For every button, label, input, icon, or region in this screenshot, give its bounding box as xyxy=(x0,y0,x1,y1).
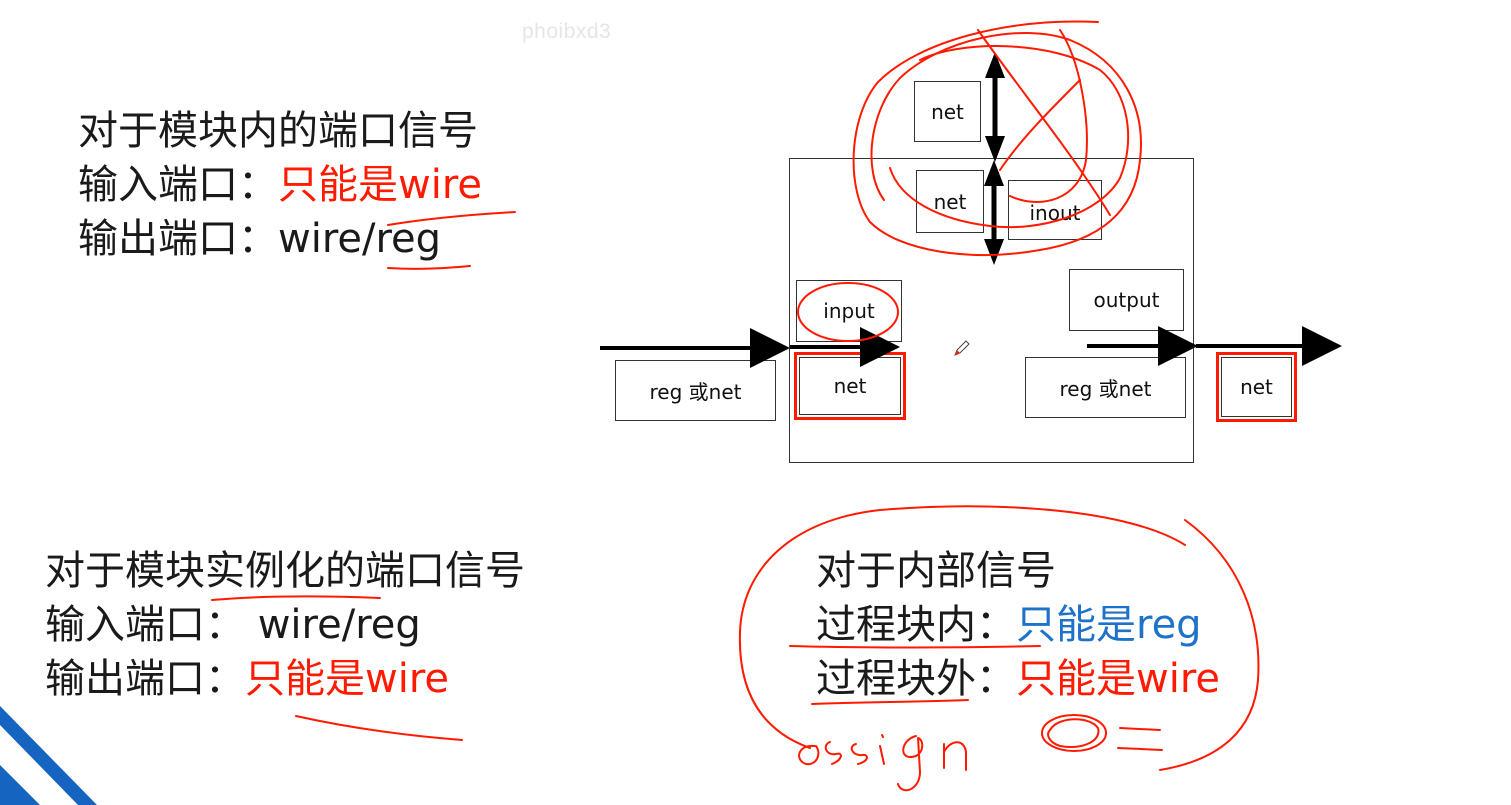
internal-signal-rules: 对于内部信号 过程块内：只能是reg 过程块外：只能是wire xyxy=(816,544,1220,706)
instance-ports-output-value: 只能是wire xyxy=(245,656,450,702)
instance-ports-rules: 对于模块实例化的端口信号 输入端口： wire/reg 输出端口：只能是wire xyxy=(45,544,525,706)
handwriting-assign xyxy=(798,734,967,792)
top-net-label: net xyxy=(931,99,964,124)
module-ports-title: 对于模块内的端口信号 xyxy=(78,108,478,154)
pen-cursor-icon xyxy=(954,340,970,356)
instance-ports-input-row: 输入端口： wire/reg xyxy=(45,598,525,652)
internal-inside-value: 只能是reg xyxy=(1016,602,1202,648)
module-ports-input-row: 输入端口：只能是wire xyxy=(78,158,482,212)
inout-label: inout xyxy=(1029,201,1081,225)
instance-ports-output-label: 输出端口： xyxy=(45,656,245,702)
watermark: phoibxd3 xyxy=(522,20,612,43)
module-ports-output-label: 输出端口： xyxy=(78,216,278,262)
internal-inside-label: 过程块内： xyxy=(816,602,1016,648)
underline-instance-output xyxy=(295,715,463,741)
output-label: output xyxy=(1093,288,1160,312)
handwriting-zero-inner xyxy=(1047,718,1100,748)
module-ports-input-value: 只能是wire xyxy=(278,162,483,208)
slide-canvas: phoibxd3 对于模块内的端口信号 输入端口：只能是wire 输出端口：wi… xyxy=(0,0,1511,805)
module-ports-rules: 对于模块内的端口信号 输入端口：只能是wire 输出端口：wire/reg xyxy=(78,104,482,266)
handwriting-equals xyxy=(1117,727,1163,751)
module-ports-output-row: 输出端口：wire/reg xyxy=(78,212,482,266)
handwriting-zero xyxy=(1041,714,1107,752)
bidir-arrow-upper-head-top xyxy=(985,52,1005,78)
input-label: input xyxy=(823,299,875,323)
inner-net-label: net xyxy=(933,189,967,214)
inout-box: inout xyxy=(1008,180,1102,240)
internal-outside-value: 只能是wire xyxy=(1016,656,1221,702)
internal-title: 对于内部信号 xyxy=(816,548,1056,594)
input-port-net-label: net xyxy=(833,374,867,398)
cross-stroke-2 xyxy=(999,79,1081,171)
underline-module-output-2 xyxy=(387,265,471,270)
instance-ports-output-row: 输出端口：只能是wire xyxy=(45,652,525,706)
corner-stripe-fill xyxy=(0,765,40,805)
inner-net-box: net xyxy=(916,170,984,233)
instance-ports-input-value: wire/reg xyxy=(245,602,421,648)
output-box: output xyxy=(1069,269,1184,331)
module-ports-output-value: wire/reg xyxy=(278,216,442,262)
corner-stripe xyxy=(0,706,97,805)
output-side-source-box: reg 或net xyxy=(1025,357,1186,418)
input-side-source-label: reg 或net xyxy=(649,380,742,404)
input-port-net-box: net xyxy=(794,352,906,420)
internal-outside-label: 过程块外： xyxy=(816,656,1016,702)
output-side-source-label: reg 或net xyxy=(1059,377,1152,401)
top-net-box: net xyxy=(914,81,981,142)
output-dest-net-box: net xyxy=(1216,352,1297,422)
internal-inside-row: 过程块内：只能是reg xyxy=(816,598,1220,652)
output-dest-net-label: net xyxy=(1240,375,1273,399)
input-side-source-box: reg 或net xyxy=(615,360,776,421)
instance-ports-input-label: 输入端口： xyxy=(45,602,245,648)
corner-stripe-inner xyxy=(0,728,76,805)
internal-outside-row: 过程块外：只能是wire xyxy=(816,652,1220,706)
module-ports-input-label: 输入端口： xyxy=(78,162,278,208)
input-box: input xyxy=(796,280,902,342)
instance-ports-title: 对于模块实例化的端口信号 xyxy=(45,548,525,594)
